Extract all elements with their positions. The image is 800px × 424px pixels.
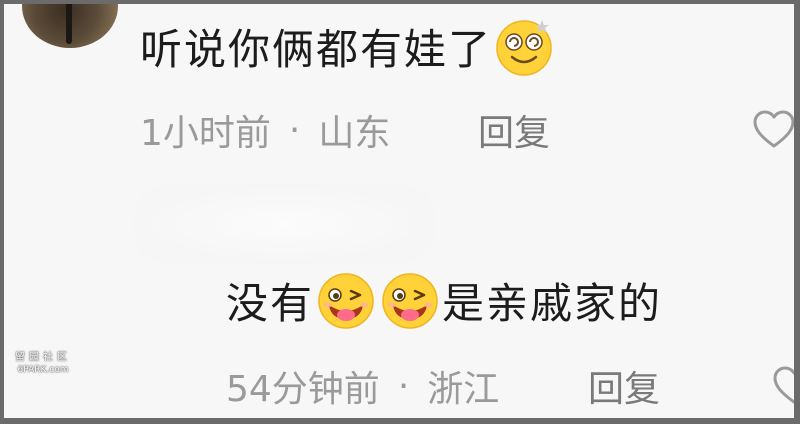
- reply-text-after: 是亲戚家的: [442, 279, 663, 328]
- hidden-username-area: [134, 184, 434, 264]
- meta-separator: ·: [288, 109, 301, 151]
- site-watermark: 留园社区 6PARK.com: [10, 352, 76, 376]
- heart-outline-icon[interactable]: [772, 364, 794, 408]
- watermark-title: 留园社区: [15, 352, 71, 363]
- comment-time: 1小时前: [140, 113, 271, 154]
- comment-location: 山东: [318, 113, 391, 154]
- reply-button[interactable]: 回复: [478, 104, 550, 156]
- wink-tongue-emoji: [318, 272, 374, 329]
- reply-time: 54分钟前: [226, 369, 380, 410]
- reply-meta: 54分钟前 · 浙江: [226, 360, 499, 412]
- heart-outline-icon[interactable]: [752, 108, 794, 152]
- dizzy-smile-emoji: [496, 19, 552, 76]
- comment-thread: 听说你俩都有娃了 1小时前 · 山东 回复 没有 是亲戚家的 54分钟前 · 浙…: [4, 4, 794, 418]
- user-avatar[interactable]: [22, 4, 118, 48]
- comment-text: 听说你俩都有娃了: [140, 16, 556, 77]
- reply-text: 没有 是亲戚家的: [226, 270, 662, 331]
- reply-button[interactable]: 回复: [588, 360, 660, 412]
- meta-separator: ·: [397, 365, 410, 407]
- reply-text-before: 没有: [226, 279, 315, 328]
- comment-text-content: 听说你俩都有娃了: [140, 25, 493, 74]
- comment-meta: 1小时前 · 山东: [140, 104, 390, 156]
- watermark-domain: 6PARK.com: [17, 365, 69, 375]
- wink-tongue-emoji: [382, 272, 438, 329]
- reply-location: 浙江: [427, 369, 500, 410]
